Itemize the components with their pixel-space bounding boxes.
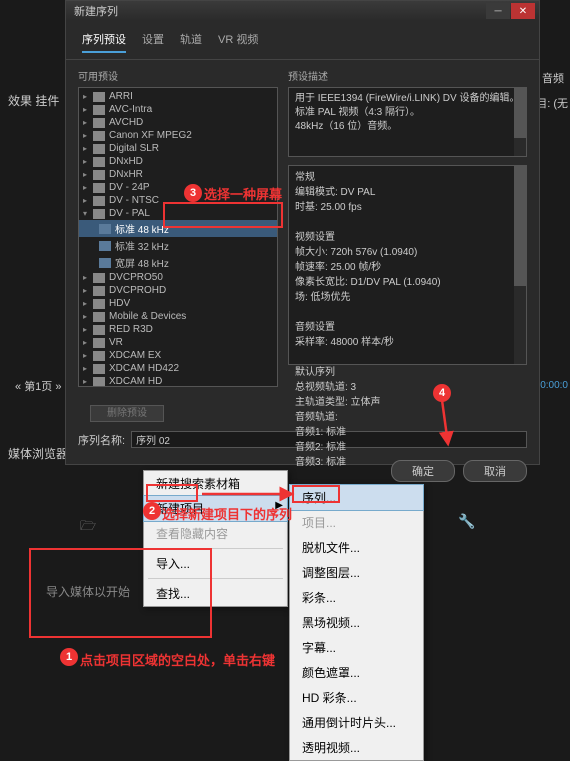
menu-item-caption[interactable]: 字幕...	[290, 635, 423, 660]
tab-tracks[interactable]: 轨道	[180, 31, 202, 53]
preset-description: 用于 IEEE1394 (FireWire/i.LINK) DV 设备的编辑。 …	[288, 87, 527, 157]
tree-item[interactable]: ▸DVCPRO50	[79, 271, 277, 284]
tree-item[interactable]: ▸DV - NTSC	[79, 194, 277, 207]
tree-item[interactable]: ▸DVCPROHD	[79, 284, 277, 297]
tab-preset[interactable]: 序列预设	[82, 31, 126, 53]
close-button[interactable]: ✕	[511, 3, 535, 19]
menu-item-adjust[interactable]: 调整图层...	[290, 560, 423, 585]
tree-item[interactable]: ▸Digital SLR	[79, 142, 277, 155]
tree-item[interactable]: ▸DNxHD	[79, 155, 277, 168]
annotation-text-1: 点击项目区域的空白处，单击右键	[80, 650, 275, 669]
effects-panel-label: 效果 挂件	[8, 92, 59, 109]
tree-item[interactable]: ▸VR	[79, 336, 277, 349]
menu-item-bars[interactable]: 彩条...	[290, 585, 423, 610]
available-presets-label: 可用预设	[78, 68, 278, 83]
dialog-title: 新建序列	[70, 3, 486, 19]
menu-item-trans[interactable]: 透明视频...	[290, 735, 423, 760]
context-submenu-newitem: 序列... 项目... 脱机文件... 调整图层... 彩条... 黑场视频..…	[289, 484, 424, 761]
audio-label: 音频	[542, 70, 564, 86]
menu-item-offline[interactable]: 脱机文件...	[290, 535, 423, 560]
media-browser-label: 媒体浏览器	[8, 445, 68, 462]
tab-vr[interactable]: VR 视频	[218, 31, 258, 53]
page-indicator: « 第1页 »	[15, 378, 62, 394]
tree-item[interactable]: ▸AVC-Intra	[79, 103, 277, 116]
tree-item[interactable]: ▸HDV	[79, 297, 277, 310]
tree-item-selected[interactable]: 标准 48 kHz	[79, 220, 277, 237]
tree-item[interactable]: 宽屏 48 kHz	[79, 254, 277, 271]
folder-icon[interactable]: 🗁	[80, 517, 96, 539]
tree-item[interactable]: ▸ARRI	[79, 90, 277, 103]
tree-item[interactable]: 标准 32 kHz	[79, 237, 277, 254]
tree-item[interactable]: ▸AVCHD	[79, 116, 277, 129]
dialog-tabs: 序列预设 设置 轨道 VR 视频	[66, 21, 539, 60]
preset-desc-label: 预设描述	[288, 68, 527, 83]
titlebar: 新建序列 ─ ✕	[66, 1, 539, 21]
tree-item[interactable]: ▸Canon XF MPEG2	[79, 129, 277, 142]
tree-item[interactable]: ▸XDCAM HD	[79, 375, 277, 387]
tree-item[interactable]: ▸XDCAM HD422	[79, 362, 277, 375]
tree-item-dvpal[interactable]: ▾DV - PAL	[79, 207, 277, 220]
annotation-badge-1: 1	[60, 648, 78, 666]
delete-preset-button: 删除预设	[90, 405, 164, 422]
tab-settings[interactable]: 设置	[142, 31, 164, 53]
tree-item[interactable]: ▸XDCAM EX	[79, 349, 277, 362]
menu-item-color[interactable]: 颜色遮罩...	[290, 660, 423, 685]
import-hint-text: 导入媒体以开始	[46, 583, 210, 600]
menu-item-project[interactable]: 项目...	[290, 510, 423, 535]
menu-item-newitem[interactable]: 新建项目▶	[143, 495, 288, 522]
menu-item-sequence[interactable]: 序列...	[289, 484, 424, 511]
tree-item[interactable]: ▸DV - 24P	[79, 181, 277, 194]
target-label: 目: (无	[536, 95, 568, 111]
preset-details: 常规 编辑模式: DV PAL 时基: 25.00 fps 视频设置 帧大小: …	[288, 165, 527, 365]
new-sequence-dialog: 新建序列 ─ ✕ 序列预设 设置 轨道 VR 视频 可用预设 ▸ARRI ▸AV…	[65, 0, 540, 465]
tree-item[interactable]: ▸RED R3D	[79, 323, 277, 336]
tree-item[interactable]: ▸DNxHR	[79, 168, 277, 181]
tree-item[interactable]: ▸Mobile & Devices	[79, 310, 277, 323]
minimize-button[interactable]: ─	[486, 3, 510, 19]
menu-item-newbin[interactable]: 新建搜索素材箱	[144, 471, 287, 496]
timecode: 0:00:0	[540, 380, 568, 391]
preset-tree[interactable]: ▸ARRI ▸AVC-Intra ▸AVCHD ▸Canon XF MPEG2 …	[78, 87, 278, 387]
import-area[interactable]: 导入媒体以开始	[30, 555, 210, 635]
menu-item-black[interactable]: 黑场视频...	[290, 610, 423, 635]
menu-item-hdbars[interactable]: HD 彩条...	[290, 685, 423, 710]
sequence-name-label: 序列名称:	[78, 432, 125, 448]
wrench-icon[interactable]: 🔧	[458, 513, 475, 530]
menu-item-view: 查看隐藏内容	[144, 521, 287, 546]
